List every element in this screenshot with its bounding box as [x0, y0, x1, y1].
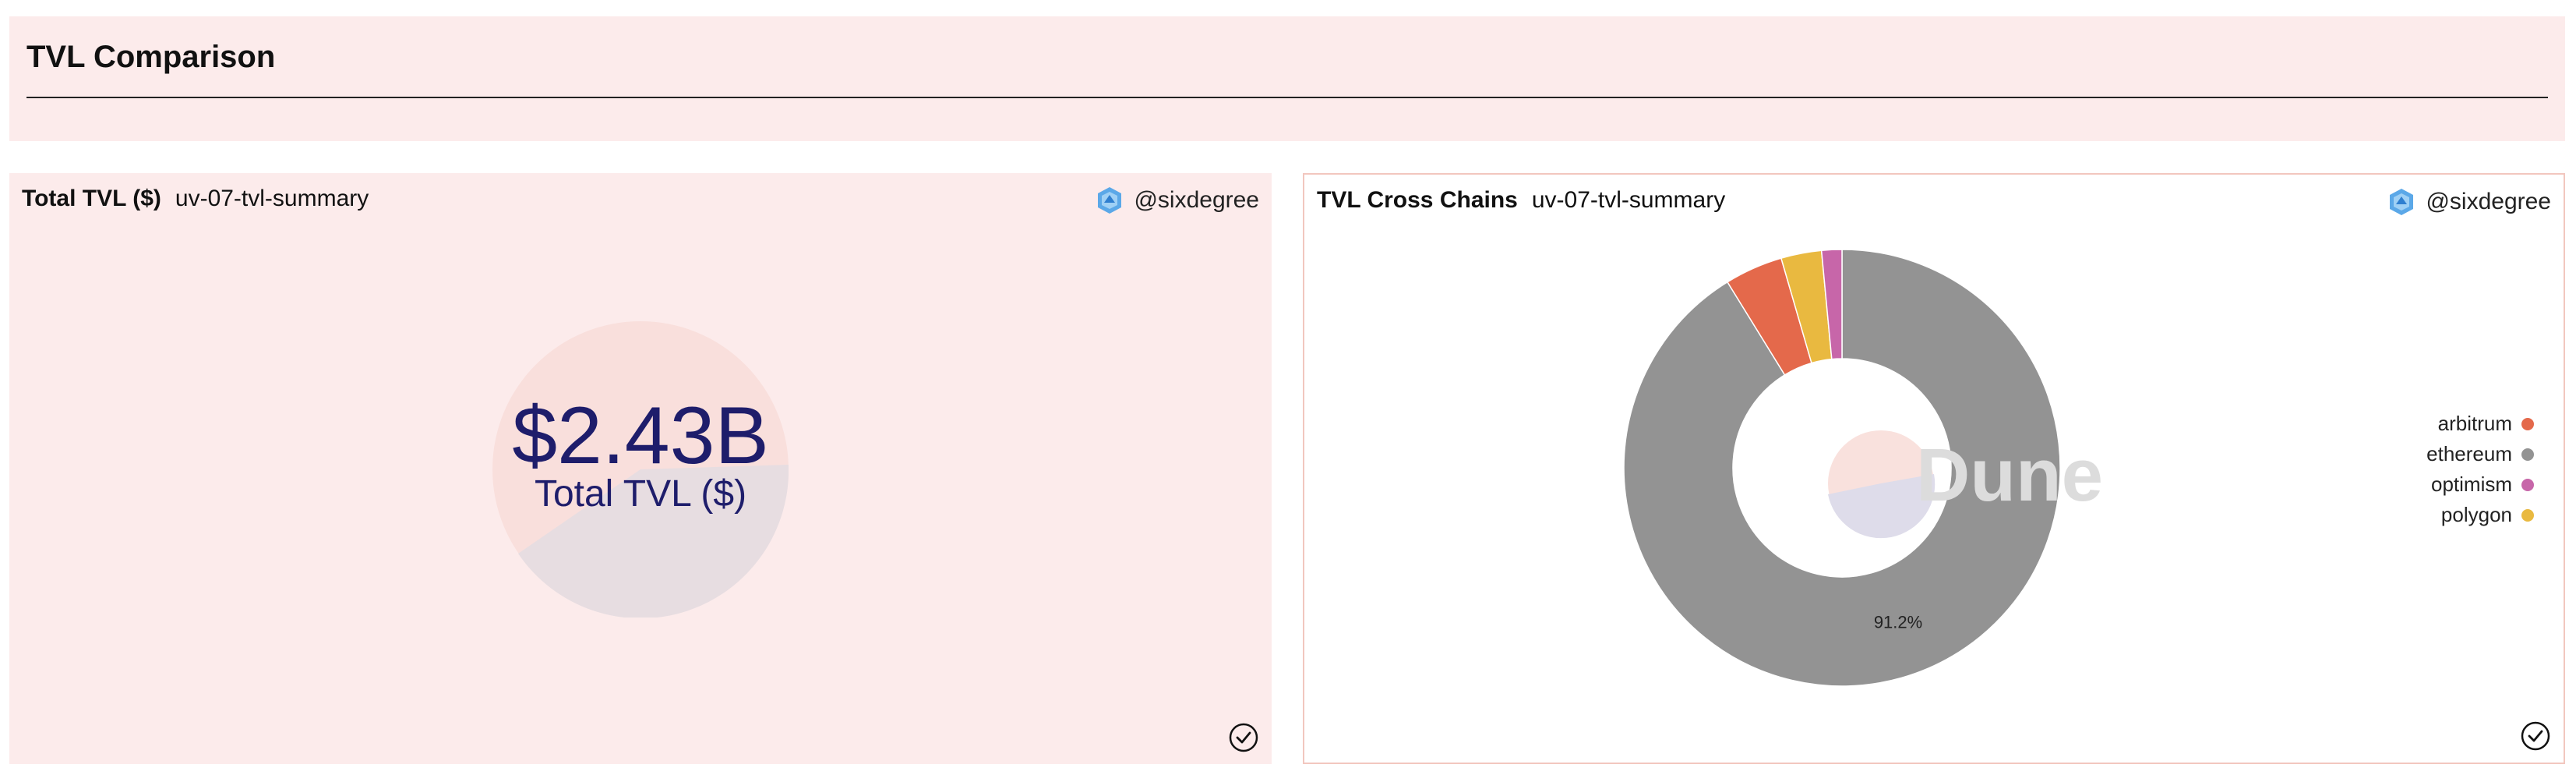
legend-label: ethereum — [2426, 442, 2512, 465]
dashboard-header: TVL Comparison — [9, 16, 2565, 141]
total-tvl-card: Total TVL ($) uv-07-tvl-summary @sixdegre… — [9, 173, 1272, 764]
donut-chart: Dune 91.2% — [1623, 249, 2103, 687]
legend-swatch — [2521, 508, 2534, 522]
legend-label: arbitrum — [2437, 412, 2512, 435]
counter-widget: $2.43B Total TVL ($) — [492, 321, 789, 619]
legend-item-arbitrum[interactable]: arbitrum — [2426, 409, 2534, 439]
dashboard-title: TVL Comparison — [26, 40, 276, 74]
header-divider — [26, 97, 2548, 98]
counter-value: $2.43B — [512, 391, 769, 481]
legend-label: optimism — [2430, 472, 2512, 496]
chart-legend: arbitrum ethereum optimism polygon — [2426, 409, 2534, 530]
legend-item-polygon[interactable]: polygon — [2426, 500, 2534, 530]
legend-item-optimism[interactable]: optimism — [2426, 469, 2534, 500]
legend-label: polygon — [2440, 503, 2512, 526]
author-link[interactable]: @sixdegree — [1095, 186, 1259, 215]
avatar-icon — [1098, 187, 1122, 214]
legend-swatch — [2521, 478, 2534, 491]
legend-swatch — [2521, 417, 2534, 430]
card-title-row: Total TVL ($) uv-07-tvl-summary — [22, 186, 369, 212]
counter-label: Total TVL ($) — [534, 473, 747, 515]
pie-data-label: 91.2% — [1874, 612, 1922, 632]
visualization-name[interactable]: Total TVL ($) — [22, 186, 161, 211]
check-circle-icon[interactable] — [1228, 722, 1259, 753]
tvl-cross-chains-card: TVL Cross Chains uv-07-tvl-summary @sixde… — [1303, 173, 2565, 764]
check-circle-icon[interactable] — [2520, 720, 2551, 752]
legend-swatch — [2521, 448, 2534, 461]
query-name-link[interactable]: uv-07-tvl-summary — [175, 186, 369, 211]
legend-item-ethereum[interactable]: ethereum — [2426, 439, 2534, 469]
dune-watermark-text: Dune — [1916, 434, 2103, 517]
author-name: @sixdegree — [1134, 187, 1259, 213]
